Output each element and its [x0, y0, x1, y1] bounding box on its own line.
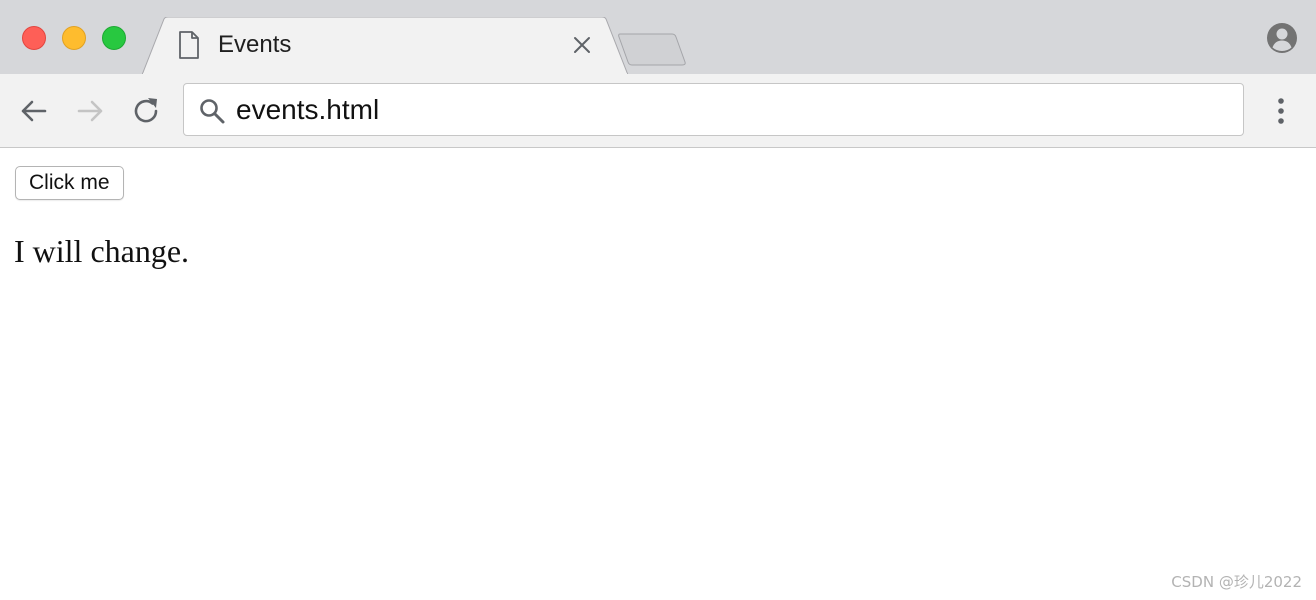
- arrow-right-icon[interactable]: [73, 94, 107, 128]
- reload-icon[interactable]: [129, 94, 163, 128]
- click-me-button[interactable]: Click me: [15, 166, 124, 200]
- page-content: Click me I will change. CSDN @珍儿2022: [0, 148, 1316, 600]
- file-icon: [179, 31, 199, 59]
- tab-shape: [142, 17, 628, 75]
- address-bar[interactable]: events.html: [183, 83, 1244, 136]
- browser-toolbar: events.html: [0, 74, 1316, 148]
- arrow-left-icon[interactable]: [17, 94, 51, 128]
- tab-strip: Events: [0, 0, 1316, 75]
- change-paragraph: I will change.: [14, 233, 190, 269]
- search-icon: [200, 99, 225, 124]
- window-minimize-button[interactable]: [62, 26, 86, 50]
- vertical-dots-icon[interactable]: [1266, 94, 1296, 128]
- watermark: CSDN @珍儿2022: [1171, 573, 1302, 591]
- profile-icon[interactable]: [1266, 22, 1298, 54]
- new-tab-button[interactable]: [618, 32, 688, 66]
- tab-title: Events: [218, 31, 292, 58]
- window-maximize-button[interactable]: [102, 26, 126, 50]
- address-text[interactable]: events.html: [236, 94, 379, 126]
- window-close-button[interactable]: [22, 26, 46, 50]
- tab-events[interactable]: Events: [142, 17, 628, 75]
- browser-window: Events events.html Click me I will chang…: [0, 0, 1316, 600]
- tab-close-icon[interactable]: [570, 33, 594, 57]
